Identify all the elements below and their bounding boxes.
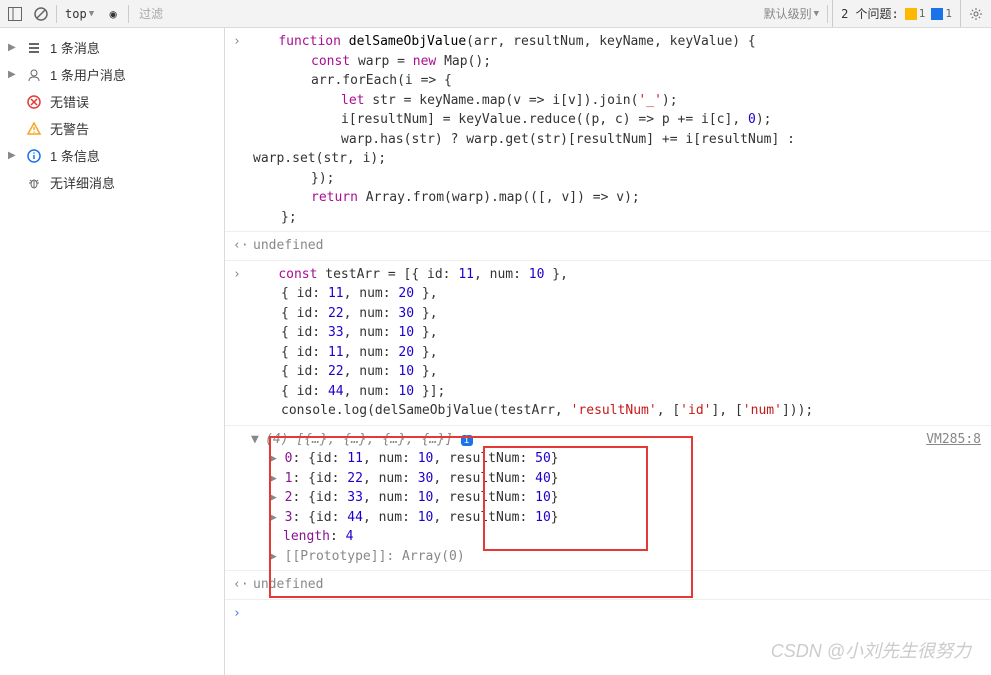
sidebar-item-label: 无错误: [50, 92, 89, 111]
separator: [128, 5, 129, 23]
sidebar-item-label: 无警告: [50, 119, 89, 138]
filter-input[interactable]: [133, 7, 756, 21]
list-icon: [26, 40, 42, 56]
input-arrow-icon: ›: [233, 32, 247, 52]
warn-badge: 1: [905, 7, 926, 20]
sidebar-item-label: 1 条信息: [50, 146, 100, 165]
log-level-label: 默认级别: [764, 5, 812, 22]
sidebar-item-info[interactable]: ▶1 条信息: [0, 142, 224, 169]
console-entry: › function delSameObjValue(arr, resultNu…: [225, 28, 991, 232]
console-prompt[interactable]: ›: [225, 600, 991, 628]
source-link[interactable]: VM285:8: [926, 430, 981, 450]
chevron-down-icon: ▼: [814, 9, 819, 19]
toggle-drawer-icon[interactable]: [4, 3, 26, 25]
expand-arrow-icon[interactable]: ▼: [251, 430, 265, 450]
main-area: ▶1 条消息 ▶1 条用户消息 无错误 无警告 ▶1 条信息 无详细消息 › f…: [0, 28, 991, 675]
console-log-output: VM285:8 ▼(4) [{…}, {…}, {…}, {…}] i ▶ 0:…: [225, 426, 991, 572]
sidebar: ▶1 条消息 ▶1 条用户消息 无错误 无警告 ▶1 条信息 无详细消息: [0, 28, 225, 675]
input-arrow-icon: ›: [233, 265, 247, 285]
sidebar-item-label: 1 条用户消息: [50, 65, 126, 84]
return-arrow-icon: ‹·: [233, 236, 247, 256]
sidebar-item-warnings[interactable]: 无警告: [0, 115, 224, 142]
expand-arrow-icon[interactable]: ▶: [269, 549, 277, 564]
error-icon: [26, 94, 42, 110]
return-arrow-icon: ‹·: [233, 575, 247, 595]
result-row[interactable]: ▶ 2: {id: 33, num: 10, resultNum: 10}: [233, 488, 991, 508]
console-return: ‹·undefined: [225, 232, 991, 261]
eye-icon[interactable]: ◉: [102, 3, 124, 25]
sidebar-item-verbose[interactable]: 无详细消息: [0, 169, 224, 196]
log-level-selector[interactable]: 默认级别▼: [760, 5, 823, 22]
result-row[interactable]: ▶ 1: {id: 22, num: 30, resultNum: 40}: [233, 469, 991, 489]
result-row[interactable]: ▶ 0: {id: 11, num: 10, resultNum: 50}: [233, 449, 991, 469]
warn-icon: [26, 121, 42, 137]
separator: [827, 5, 828, 23]
chevron-down-icon: ▼: [89, 9, 94, 19]
sidebar-item-label: 1 条消息: [50, 38, 100, 57]
input-arrow-icon: ›: [233, 604, 247, 624]
console-toolbar: top▼ ◉ 默认级别▼ 2 个问题: 1 1: [0, 0, 991, 28]
separator: [56, 5, 57, 23]
sidebar-item-user[interactable]: ▶1 条用户消息: [0, 61, 224, 88]
info-icon: [26, 148, 42, 164]
user-icon: [26, 67, 42, 83]
issues-summary[interactable]: 2 个问题: 1 1: [832, 0, 961, 27]
sidebar-item-errors[interactable]: 无错误: [0, 88, 224, 115]
i-badge[interactable]: i: [461, 435, 473, 446]
context-label: top: [65, 7, 87, 21]
console-output: › function delSameObjValue(arr, resultNu…: [225, 28, 991, 675]
clear-console-icon[interactable]: [30, 3, 52, 25]
issues-label: 2 个问题:: [841, 5, 899, 22]
bug-icon: [26, 175, 42, 191]
console-return: ‹·undefined: [225, 571, 991, 600]
sidebar-item-label: 无详细消息: [50, 173, 115, 192]
context-selector[interactable]: top▼: [61, 7, 98, 21]
info-badge: 1: [931, 7, 952, 20]
result-row[interactable]: ▶ 3: {id: 44, num: 10, resultNum: 10}: [233, 508, 991, 528]
settings-icon[interactable]: [965, 3, 987, 25]
sidebar-item-messages[interactable]: ▶1 条消息: [0, 34, 224, 61]
console-entry: › const testArr = [{ id: 11, num: 10 }, …: [225, 261, 991, 426]
